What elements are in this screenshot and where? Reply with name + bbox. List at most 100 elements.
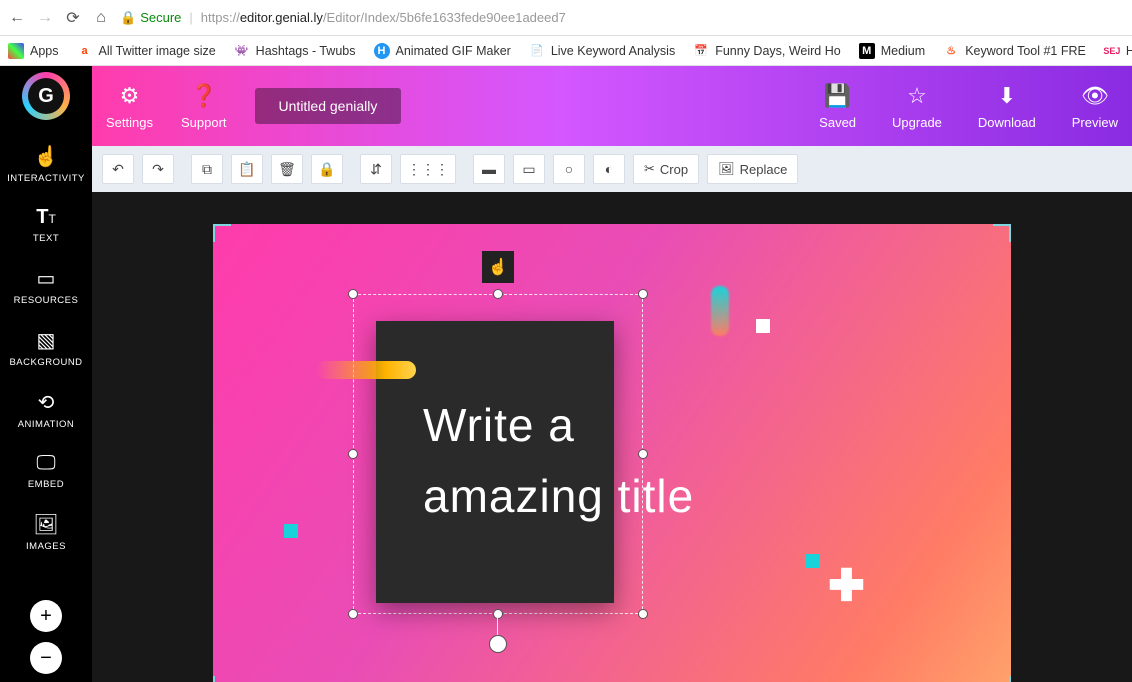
fit-button[interactable]: ▭ [513, 154, 545, 184]
bookmark-item[interactable]: aAll Twitter image size [77, 43, 216, 59]
lock-button[interactable]: 🔒 [311, 154, 343, 184]
circle-button[interactable]: ○ [553, 154, 585, 184]
animation-icon: ⟲ [0, 390, 92, 415]
bookmark-icon: a [77, 43, 93, 59]
zoom-out-button[interactable]: − [30, 642, 62, 674]
bookmark-icon: SEJ [1104, 43, 1120, 59]
background-icon: ▧ [0, 328, 92, 353]
order-button[interactable]: ⇵ [360, 154, 392, 184]
fill-button[interactable]: ▬ [473, 154, 505, 184]
document-title[interactable]: Untitled genially [255, 88, 402, 124]
bookmark-icon: ♨ [943, 43, 959, 59]
canvas-area[interactable]: ✖ ☝ [92, 192, 1132, 682]
bookmark-icon: 📅 [693, 43, 709, 59]
sidebar-item-images[interactable]: 🖼IMAGES [0, 502, 92, 564]
bookmark-icon: M [859, 43, 875, 59]
trash-icon: 🗑 [278, 161, 296, 178]
circle-icon: ○ [565, 161, 573, 177]
sidebar-item-text[interactable]: TTTEXT [0, 196, 92, 256]
resize-handle[interactable] [348, 289, 358, 299]
undo-button[interactable]: ↶ [102, 154, 134, 184]
secure-indicator: 🔒 Secure [120, 10, 181, 26]
resize-handle[interactable] [638, 609, 648, 619]
reload-button[interactable]: ⟳ [64, 9, 82, 27]
upgrade-button[interactable]: ☆Upgrade [892, 83, 942, 130]
sidebar-item-animation[interactable]: ⟲ANIMATION [0, 380, 92, 442]
resize-handle[interactable] [493, 289, 503, 299]
position-button[interactable]: ⋮⋮⋮ [400, 154, 456, 184]
undo-icon: ↶ [112, 161, 124, 178]
fit-icon: ▭ [522, 161, 535, 178]
download-button[interactable]: ⬇Download [978, 83, 1036, 130]
back-button[interactable]: ← [8, 9, 26, 27]
zoom-in-button[interactable]: + [30, 600, 62, 632]
apps-icon: ▦ [8, 43, 24, 59]
paste-button[interactable]: 📋 [231, 154, 263, 184]
resize-handle[interactable] [348, 449, 358, 459]
sidebar-item-background[interactable]: ▧BACKGROUND [0, 318, 92, 380]
crop-corner [993, 676, 1011, 682]
replace-icon: 🖼 [718, 161, 735, 177]
bookmark-icon: 📄 [529, 43, 545, 59]
sidebar: G ☝INTERACTIVITY TTTEXT ▭RESOURCES ▧BACK… [0, 66, 92, 682]
sidebar-item-interactivity[interactable]: ☝INTERACTIVITY [0, 134, 92, 196]
sidebar-item-embed[interactable]: 🖵EMBED [0, 442, 92, 502]
secure-label: Secure [140, 10, 181, 25]
bookmark-item[interactable]: HAnimated GIF Maker [374, 43, 511, 59]
home-button[interactable]: ⌂ [92, 9, 110, 27]
delete-button[interactable]: 🗑 [271, 154, 303, 184]
bookmark-item[interactable]: 👾Hashtags - Twubs [234, 43, 356, 59]
gear-icon: ⚙ [120, 83, 140, 109]
star-icon: ☆ [907, 83, 927, 109]
interactivity-badge[interactable]: ☝ [482, 251, 514, 283]
crop-button[interactable]: ✂Crop [633, 154, 699, 184]
mask-button[interactable]: ◐ [593, 154, 625, 184]
apps-button[interactable]: ▦ Apps [8, 43, 59, 59]
redo-button[interactable]: ↷ [142, 154, 174, 184]
eye-icon: 👁 [1081, 83, 1109, 109]
touch-icon: ☝ [488, 257, 508, 277]
url-text: https://editor.genial.ly/Editor/Index/5b… [201, 10, 566, 25]
copy-button[interactable]: ⧉ [191, 154, 223, 184]
bookmark-item[interactable]: ♨Keyword Tool #1 FRE [943, 43, 1086, 59]
download-icon: ⬇ [998, 83, 1016, 109]
lock-icon: 🔒 [318, 161, 335, 178]
settings-button[interactable]: ⚙Settings [106, 83, 153, 130]
decorative-square [805, 554, 819, 568]
decorative-square [284, 524, 298, 538]
images-icon: 🖼 [0, 512, 92, 537]
sidebar-item-resources[interactable]: ▭RESOURCES [0, 256, 92, 318]
toolbar: ↶ ↷ ⧉ 📋 🗑 🔒 ⇵ ⋮⋮⋮ ▬ ▭ ○ ◐ ✂Crop 🖼Replace [92, 146, 1132, 192]
embed-icon: 🖵 [0, 452, 92, 475]
bookmark-item[interactable]: MMedium [859, 43, 925, 59]
paste-icon: 📋 [238, 161, 255, 178]
decorative-square [756, 319, 770, 333]
drop-icon: ◐ [605, 161, 613, 177]
bookmark-icon: H [374, 43, 390, 59]
slide-title[interactable]: Write a amazing title [423, 390, 694, 533]
crop-icon: ✂ [644, 161, 655, 177]
bookmark-item[interactable]: 📄Live Keyword Analysis [529, 43, 675, 59]
saved-indicator[interactable]: 💾Saved [819, 83, 856, 130]
resize-handle[interactable] [348, 609, 358, 619]
fill-icon: ▬ [482, 161, 496, 177]
resize-handle[interactable] [493, 609, 503, 619]
order-icon: ⇵ [370, 161, 382, 178]
slide[interactable]: ✖ ☝ [213, 224, 1011, 682]
bookmark-item[interactable]: 📅Funny Days, Weird Ho [693, 43, 841, 59]
support-button[interactable]: ❓Support [181, 83, 227, 130]
replace-button[interactable]: 🖼Replace [707, 154, 798, 184]
preview-button[interactable]: 👁Preview [1072, 83, 1118, 130]
bookmark-icon: 👾 [234, 43, 250, 59]
resize-handle[interactable] [638, 289, 648, 299]
forward-button[interactable]: → [36, 9, 54, 27]
redo-icon: ↷ [152, 161, 164, 178]
logo[interactable]: G [22, 72, 70, 120]
address-bar[interactable]: 🔒 Secure | https://editor.genial.ly/Edit… [120, 10, 1124, 26]
topbar: ⚙Settings ❓Support Untitled genially 💾Sa… [92, 66, 1132, 146]
bookmark-item[interactable]: SEJHow to Find Fr [1104, 43, 1132, 59]
lock-icon: 🔒 [120, 10, 136, 26]
crop-corner [213, 676, 231, 682]
rotate-handle[interactable] [489, 635, 507, 653]
zoom-controls: + − [30, 600, 62, 674]
